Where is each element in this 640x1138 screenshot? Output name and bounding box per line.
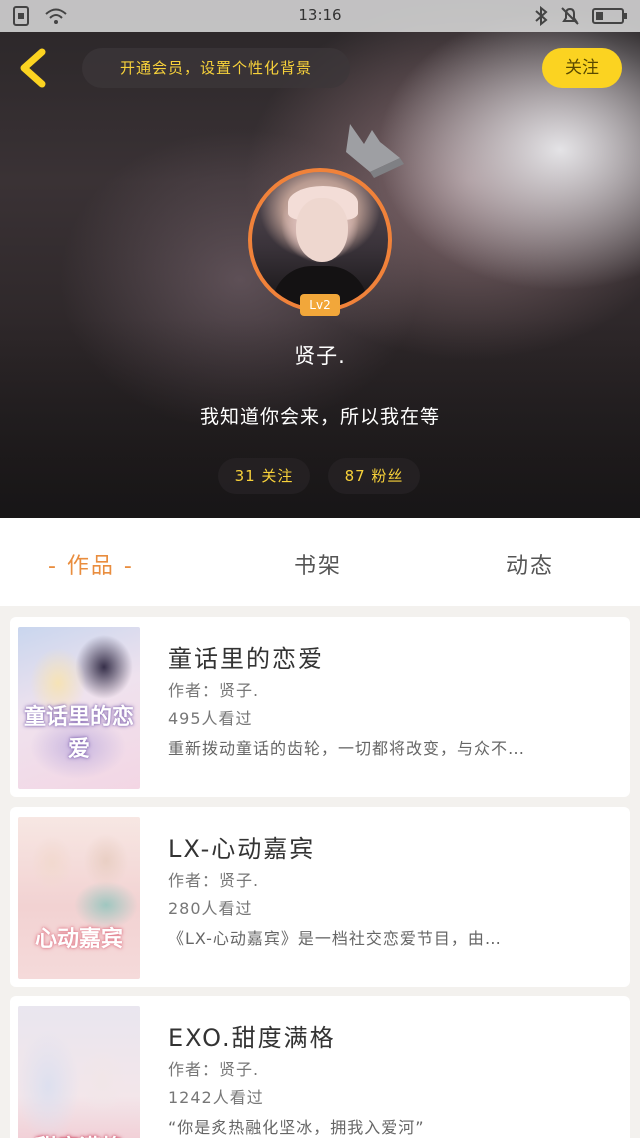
- crown-icon: [340, 118, 408, 180]
- status-bar: 13:16: [0, 0, 640, 32]
- avatar[interactable]: [248, 168, 392, 312]
- book-views: 495人看过: [168, 709, 253, 728]
- cover-title: 心动嘉宾: [34, 927, 123, 952]
- profile-tabs: - 作品 - 书架 动态: [0, 518, 640, 606]
- mute-bell-icon: [560, 6, 580, 30]
- book-description: “你是炙热融化坚冰，拥我入爱河”: [168, 1118, 425, 1137]
- book-author: 作者：贤子.: [168, 681, 260, 700]
- book-views: 1242人看过: [168, 1088, 264, 1107]
- battery-icon: [592, 6, 628, 30]
- book-views: 280人看过: [168, 899, 253, 918]
- book-cover: 心动嘉宾: [18, 817, 140, 979]
- book-card[interactable]: 童话里的恋爱 童话里的恋爱 作者：贤子. 495人看过 重新拨动童话的齿轮，一切…: [10, 617, 630, 797]
- book-description: 《LX-心动嘉宾》是一档社交恋爱节目，由…: [168, 929, 502, 948]
- user-name: 贤子.: [294, 344, 346, 368]
- book-title: EXO.甜度满格: [168, 1024, 336, 1052]
- level-badge: Lv2: [300, 294, 340, 316]
- cover-title: 童话里的恋爱: [23, 705, 134, 762]
- user-bio: 我知道你会来，所以我在等: [199, 406, 440, 428]
- book-card[interactable]: 心动嘉宾 LX-心动嘉宾 作者：贤子. 280人看过 《LX-心动嘉宾》是一档社…: [10, 807, 630, 987]
- following-count[interactable]: 31 关注: [218, 458, 310, 494]
- book-cover: 童话里的恋爱: [18, 627, 140, 789]
- cover-title: 甜度满格: [18, 1130, 140, 1138]
- book-title: LX-心动嘉宾: [168, 835, 316, 863]
- profile-header: 13:16 开通会员，设置个性化背景 关注 Lv2 贤子. 我知道你会来，所以我…: [0, 0, 640, 518]
- book-description: 重新拨动童话的齿轮，一切都将改变，与众不…: [168, 739, 526, 758]
- tab-dynamics[interactable]: 动态: [506, 548, 554, 580]
- book-title: 童话里的恋爱: [168, 645, 324, 673]
- bluetooth-icon: [534, 5, 548, 30]
- book-author: 作者：贤子.: [168, 1060, 260, 1079]
- tab-works[interactable]: - 作品 -: [48, 548, 134, 580]
- back-button[interactable]: [14, 46, 54, 90]
- book-cover: 甜度满格: [18, 1006, 140, 1138]
- book-author: 作者：贤子.: [168, 871, 260, 890]
- follow-button[interactable]: 关注: [542, 48, 622, 88]
- tab-bookshelf[interactable]: 书架: [294, 548, 342, 580]
- book-card[interactable]: 甜度满格 EXO.甜度满格 作者：贤子. 1242人看过 “你是炙热融化坚冰，拥…: [10, 996, 630, 1138]
- fans-count[interactable]: 87 粉丝: [328, 458, 420, 494]
- chevron-left-icon: [14, 48, 54, 94]
- vip-background-banner[interactable]: 开通会员，设置个性化背景: [82, 48, 350, 88]
